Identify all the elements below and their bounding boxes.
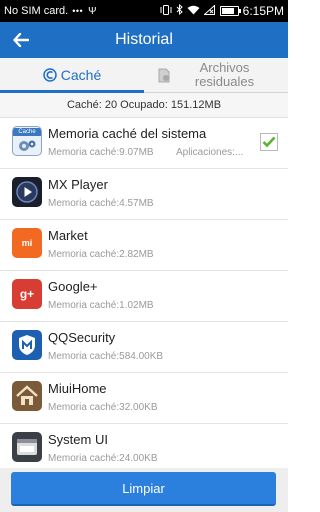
item-name: System UI: [48, 432, 108, 447]
shield-icon: [12, 330, 42, 360]
tab-residual-files-label: Archivos residuales: [194, 60, 255, 89]
mi-market-icon-text: mi: [21, 238, 33, 248]
list-item[interactable]: MiuiHome Memoria caché:32.00KB: [0, 373, 288, 424]
google-plus-icon-text: g+: [19, 287, 35, 301]
cache-icon-label: Cache: [13, 128, 41, 136]
mi-market-icon: mi: [12, 228, 42, 258]
item-size: Memoria caché:9.07MB: [48, 147, 154, 158]
cache-list[interactable]: Cache Memoria caché del sistema Memoria …: [0, 118, 288, 468]
status-bar: No SIM card. ••• Ψ 6:15PM: [0, 0, 288, 22]
clock: 6:15PM: [242, 4, 284, 18]
vibrate-icon: [160, 4, 172, 18]
item-size: Memoria caché:4.57MB: [48, 198, 154, 209]
item-size: Memoria caché:24.00KB: [48, 453, 158, 464]
item-name: MX Player: [48, 177, 108, 192]
google-plus-icon: g+: [12, 279, 42, 309]
list-item[interactable]: System UI Memoria caché:24.00KB: [0, 424, 288, 468]
back-button[interactable]: [6, 25, 36, 55]
tab-cache[interactable]: Caché: [0, 58, 144, 93]
system-ui-icon: [12, 432, 42, 462]
list-item[interactable]: g+ Google+ Memoria caché:1.02MB: [0, 271, 288, 322]
page-title: Historial: [115, 31, 173, 48]
tab-bar: Caché Archivos residuales: [0, 58, 288, 93]
file-icon: [158, 68, 171, 83]
title-bar: Historial: [0, 22, 288, 58]
clean-button[interactable]: Limpiar: [11, 472, 276, 506]
item-name: QQSecurity: [48, 330, 116, 345]
no-signal-icon: [202, 3, 215, 18]
item-size: Memoria caché:584.00KB: [48, 351, 164, 362]
mx-player-icon: [12, 177, 42, 207]
item-name: Market: [48, 228, 88, 243]
carrier-label: No SIM card.: [4, 5, 69, 17]
cache-gear-icon: Cache: [12, 126, 42, 156]
wifi-icon: [187, 5, 200, 18]
list-item[interactable]: MX Player Memoria caché:4.57MB: [0, 169, 288, 220]
list-item[interactable]: QQSecurity Memoria caché:584.00KB: [0, 322, 288, 373]
bluetooth-icon: [176, 3, 183, 18]
checkmark-icon: [262, 136, 276, 148]
list-item[interactable]: mi Market Memoria caché:2.82MB: [0, 220, 288, 271]
usb-icon: Ψ: [88, 5, 97, 17]
back-arrow-icon: [13, 33, 29, 47]
item-size: Memoria caché:32.00KB: [48, 402, 158, 413]
home-icon: [12, 381, 42, 411]
item-name: MiuiHome: [48, 381, 107, 396]
tab-cache-label: Caché: [60, 67, 102, 83]
list-item[interactable]: Cache Memoria caché del sistema Memoria …: [0, 118, 288, 169]
bottom-bar: Limpiar: [0, 468, 288, 512]
item-name: Google+: [48, 279, 98, 294]
cache-summary: Caché: 20 Ocupado: 151.12MB: [0, 93, 288, 118]
item-size: Memoria caché:2.82MB: [48, 249, 154, 260]
item-extra: Aplicaciones:...: [176, 147, 244, 158]
item-checkbox[interactable]: [260, 133, 278, 151]
broom-icon: [43, 68, 57, 82]
notification-dots: •••: [72, 6, 84, 16]
item-name: Memoria caché del sistema: [48, 126, 207, 141]
item-size: Memoria caché:1.02MB: [48, 300, 154, 311]
battery-icon: [219, 6, 241, 16]
tab-residual-files[interactable]: Archivos residuales: [144, 58, 288, 92]
